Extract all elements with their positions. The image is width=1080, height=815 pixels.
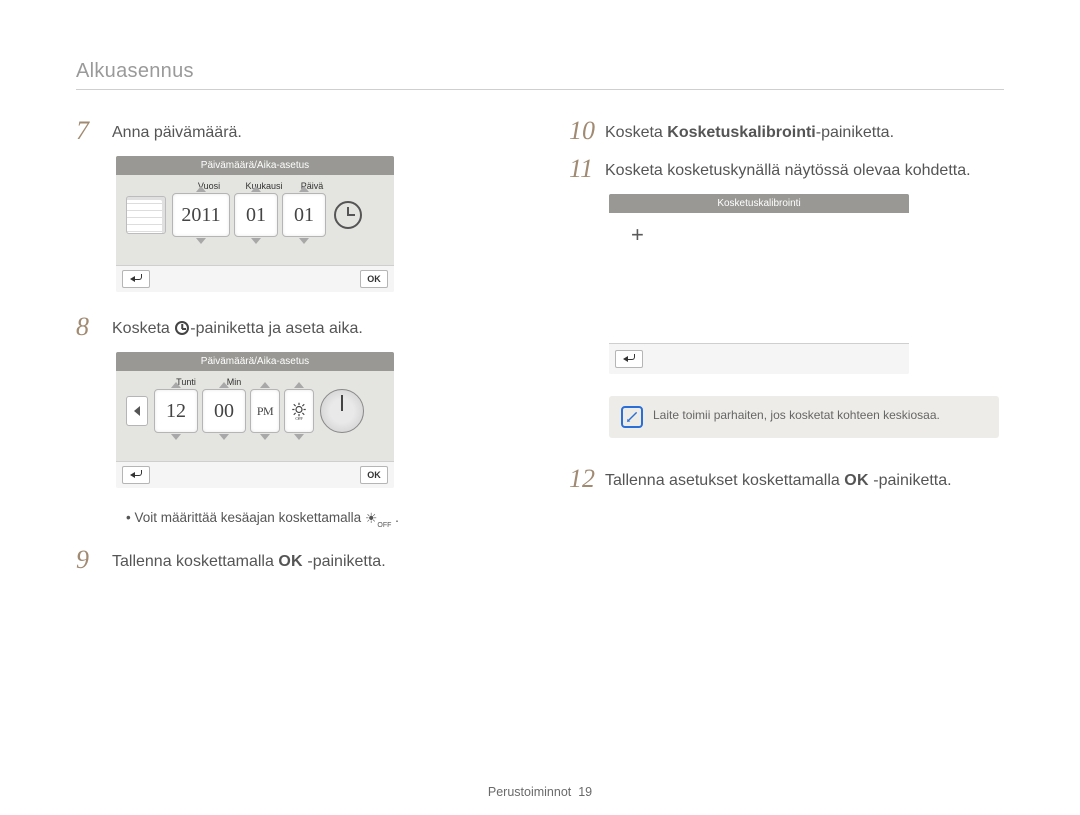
date-mode-button[interactable]	[126, 396, 148, 426]
time-setting-screenshot: Päivämäärä/Aika-asetus Tunti Min 12 00 P…	[116, 352, 394, 488]
step-number-7: 7	[76, 118, 102, 144]
calendar-icon	[126, 196, 166, 234]
clock-dial[interactable]	[320, 389, 364, 433]
svg-text:OFF: OFF	[295, 416, 303, 420]
day-picker[interactable]: 01	[282, 193, 326, 237]
return-icon	[130, 274, 142, 284]
sun-off-icon: ☀OFF	[365, 510, 392, 529]
step-text-11: Kosketa kosketuskynällä näytössä olevaa …	[605, 156, 971, 182]
step-number-9: 9	[76, 547, 102, 573]
back-button[interactable]	[122, 466, 150, 484]
ampm-picker[interactable]: PM	[250, 389, 280, 433]
step-number-8: 8	[76, 314, 102, 340]
step-number-12: 12	[569, 466, 595, 492]
step-text-7: Anna päivämäärä.	[112, 118, 242, 144]
section-title: Alkuasennus	[76, 60, 1004, 90]
return-icon	[130, 470, 142, 480]
step-text-12: Tallenna asetukset koskettamalla OK -pai…	[605, 466, 952, 492]
label-year: Vuosi	[180, 181, 238, 191]
page-footer: Perustoiminnot 19	[0, 785, 1080, 799]
sun-off-icon: OFF	[290, 402, 308, 420]
label-month: Kuukausi	[242, 181, 286, 191]
dst-note: Voit määrittää kesäajan koskettamalla ☀O…	[76, 510, 511, 529]
device-title: Kosketuskalibrointi	[609, 194, 909, 213]
month-picker[interactable]: 01	[234, 193, 278, 237]
hour-picker[interactable]: 12	[154, 389, 198, 433]
label-day: Päivä	[290, 181, 334, 191]
dst-toggle[interactable]: OFF	[284, 389, 314, 433]
return-icon	[623, 354, 635, 364]
device-title: Päivämäärä/Aika-asetus	[116, 352, 394, 371]
step-text-10: Kosketa Kosketuskalibrointi-painiketta.	[605, 118, 894, 144]
step-number-10: 10	[569, 118, 595, 144]
touch-calibration-screenshot: Kosketuskalibrointi +	[609, 194, 909, 374]
clock-icon	[175, 321, 189, 335]
minute-picker[interactable]: 00	[202, 389, 246, 433]
info-box: Laite toimii parhaiten, jos kosketat koh…	[609, 396, 999, 438]
back-button[interactable]	[615, 350, 643, 368]
time-mode-button[interactable]	[334, 201, 362, 229]
ok-button[interactable]: OK	[360, 466, 388, 484]
ok-button[interactable]: OK	[360, 270, 388, 288]
date-setting-screenshot: Päivämäärä/Aika-asetus Vuosi Kuukausi Pä…	[116, 156, 394, 292]
back-button[interactable]	[122, 270, 150, 288]
year-picker[interactable]: 2011	[172, 193, 230, 237]
note-icon	[621, 406, 643, 428]
left-column: 7 Anna päivämäärä. Päivämäärä/Aika-asetu…	[76, 118, 511, 585]
info-text: Laite toimii parhaiten, jos kosketat koh…	[653, 406, 940, 422]
step-number-11: 11	[569, 156, 595, 182]
step-text-8: Kosketa -painiketta ja aseta aika.	[112, 314, 363, 340]
step-text-9: Tallenna koskettamalla OK -painiketta.	[112, 547, 386, 573]
right-column: 10 Kosketa Kosketuskalibrointi-painikett…	[569, 118, 1004, 585]
device-title: Päivämäärä/Aika-asetus	[116, 156, 394, 175]
